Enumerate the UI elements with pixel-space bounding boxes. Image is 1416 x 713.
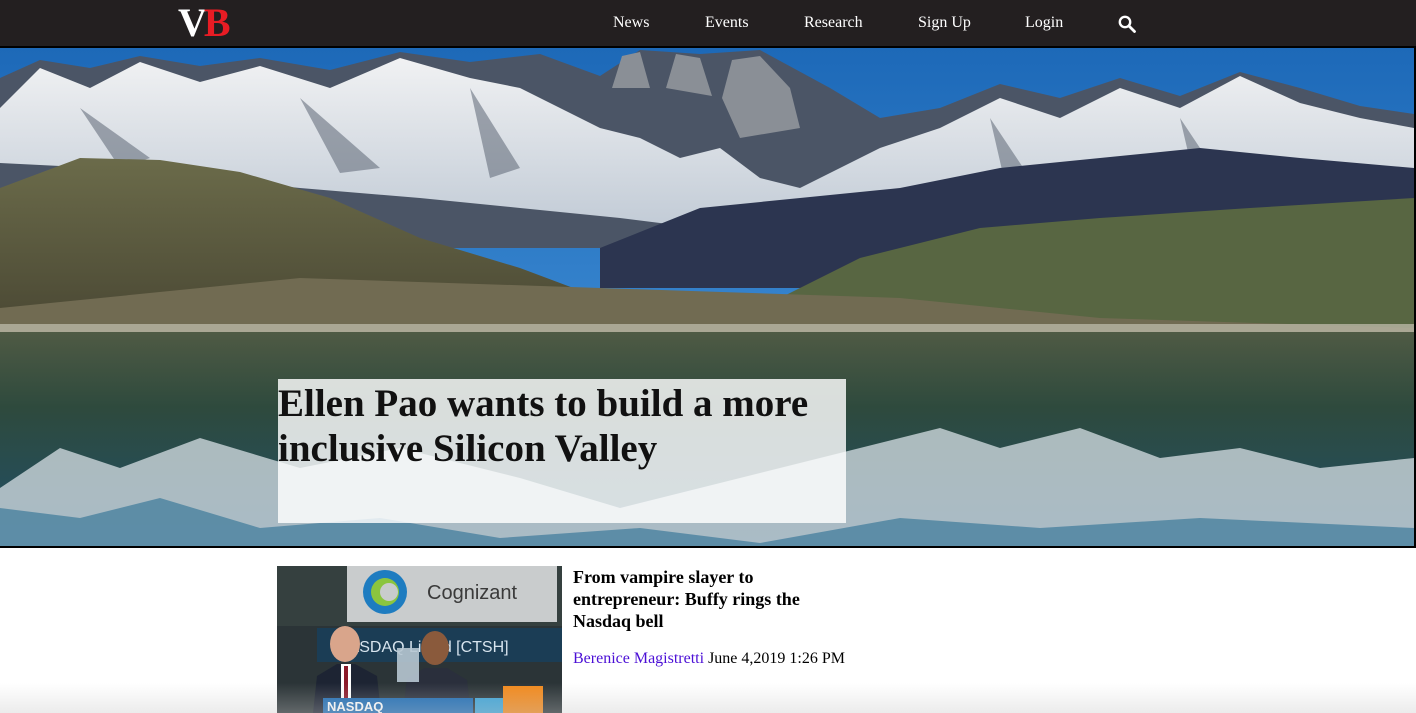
nav-events-link[interactable]: Events: [705, 14, 749, 32]
article-byline: Berenice Magistretti June 4,2019 1:26 PM: [573, 650, 845, 668]
article-thumbnail[interactable]: Cognizant NASDAQ Listed [CTSH] NASDAQ: [277, 566, 562, 713]
logo-letter-v: V: [178, 0, 207, 45]
article-title-link[interactable]: From vampire slayer to entrepreneur: Buf…: [573, 566, 843, 632]
article-card: Cognizant NASDAQ Listed [CTSH] NASDAQ Fr…: [277, 566, 977, 713]
logo-letter-b: B: [203, 0, 231, 45]
article-date: June 4,2019 1:26 PM: [708, 650, 845, 667]
search-icon[interactable]: [1118, 15, 1136, 33]
hero-headline[interactable]: Ellen Pao wants to build a more inclusiv…: [278, 379, 846, 471]
top-navigation-bar: VB News Events Research Sign Up Login: [0, 0, 1416, 46]
vb-logo[interactable]: VB: [178, 0, 231, 45]
nav-signup-link[interactable]: Sign Up: [918, 14, 971, 32]
nav-research-link[interactable]: Research: [804, 14, 863, 32]
nav-news-link[interactable]: News: [613, 14, 649, 32]
nav-login-link[interactable]: Login: [1025, 14, 1063, 32]
hero-headline-card[interactable]: Ellen Pao wants to build a more inclusiv…: [278, 379, 846, 523]
author-link[interactable]: Berenice Magistretti: [573, 650, 704, 667]
thumb-nasdaq-text: NASDAQ: [327, 699, 383, 713]
thumb-brand-text: Cognizant: [427, 582, 518, 604]
